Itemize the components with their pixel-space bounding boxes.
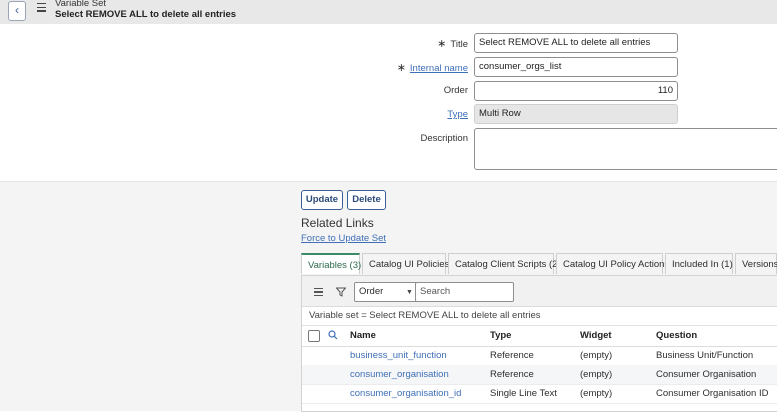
related-list-tabs: Variables (3) Catalog UI Policies Catalo… xyxy=(301,253,777,275)
column-header-name[interactable]: Name xyxy=(350,326,376,346)
type-link[interactable]: Type xyxy=(447,109,468,120)
tab-catalog-client-scripts[interactable]: Catalog Client Scripts (2) xyxy=(448,253,561,274)
internal-name-field[interactable]: consumer_orgs_list xyxy=(474,57,678,77)
table-row: consumer_organisation_id Single Line Tex… xyxy=(302,384,777,404)
update-button[interactable]: Update xyxy=(301,190,343,210)
hamburger-menu-icon[interactable] xyxy=(37,3,46,12)
table-row: business_unit_function Reference (empty)… xyxy=(302,346,777,366)
internal-name-link[interactable]: Internal name xyxy=(410,63,468,74)
chevron-down-icon: ▼ xyxy=(406,289,413,296)
tab-catalog-ui-policy-actions[interactable]: Catalog UI Policy Actions xyxy=(556,253,669,274)
order-label: Order xyxy=(443,85,468,96)
row-question: Consumer Organisation xyxy=(656,369,757,380)
required-icon: ∗ xyxy=(396,62,406,74)
search-icon[interactable] xyxy=(328,330,338,340)
column-header-question[interactable]: Question xyxy=(656,326,697,346)
required-icon: ∗ xyxy=(437,38,447,50)
row-question: Consumer Organisation ID xyxy=(656,388,769,399)
column-header-widget[interactable]: Widget xyxy=(580,326,612,346)
type-field: Multi Row xyxy=(474,104,678,124)
row-type: Single Line Text xyxy=(490,388,557,399)
row-name-link[interactable]: consumer_organisation_id xyxy=(350,384,461,403)
related-links-title: Related Links xyxy=(301,216,374,230)
row-widget: (empty) xyxy=(580,369,613,380)
record-type-title: Variable Set xyxy=(55,0,107,9)
force-update-set-link[interactable]: Force to Update Set xyxy=(301,233,386,244)
list-toolbar: Order ▼ Search xyxy=(302,276,777,307)
title-label: ∗ Title xyxy=(437,38,468,50)
row-name-link[interactable]: business_unit_function xyxy=(350,346,447,365)
row-type: Reference xyxy=(490,350,534,361)
title-field[interactable]: Select REMOVE ALL to delete all entries xyxy=(474,33,678,53)
row-question: Business Unit/Function xyxy=(656,350,754,361)
tab-versions[interactable]: Versions ( xyxy=(735,253,777,274)
variables-list: Order ▼ Search Variable set = Select REM… xyxy=(301,275,777,412)
row-name-link[interactable]: consumer_organisation xyxy=(350,365,449,384)
back-button[interactable]: ‹ xyxy=(8,1,26,21)
select-all-checkbox[interactable] xyxy=(308,330,320,342)
order-field[interactable]: 110 xyxy=(474,81,678,101)
column-header-type[interactable]: Type xyxy=(490,326,511,346)
list-search-input[interactable]: Search xyxy=(415,282,514,302)
tab-included-in[interactable]: Included In (1) xyxy=(665,253,733,274)
row-widget: (empty) xyxy=(580,350,613,361)
description-label: Description xyxy=(420,133,468,144)
form-header: ‹ Variable Set Select REMOVE ALL to dele… xyxy=(0,0,777,25)
table-header: Name Type Widget Question xyxy=(302,325,777,347)
table-row: consumer_organisation Reference (empty) … xyxy=(302,365,777,385)
record-display-name: Select REMOVE ALL to delete all entries xyxy=(55,9,237,20)
list-menu-icon[interactable] xyxy=(314,288,323,298)
tab-catalog-ui-policies[interactable]: Catalog UI Policies xyxy=(362,253,449,274)
internal-name-label: ∗ Internal name xyxy=(397,61,468,74)
row-type: Reference xyxy=(490,369,534,380)
delete-button[interactable]: Delete xyxy=(347,190,386,210)
list-breadcrumb[interactable]: Variable set = Select REMOVE ALL to dele… xyxy=(309,310,541,321)
row-widget: (empty) xyxy=(580,388,613,399)
tab-variables[interactable]: Variables (3) xyxy=(301,253,361,274)
filter-icon[interactable] xyxy=(336,287,346,297)
description-field[interactable] xyxy=(474,128,777,170)
